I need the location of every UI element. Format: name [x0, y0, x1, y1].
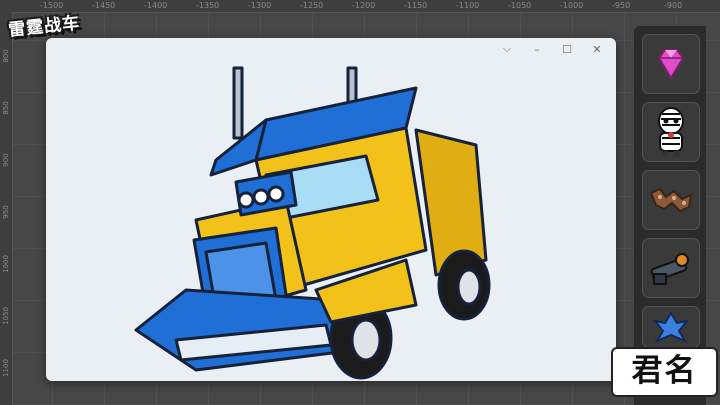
- ruler-tick: 800: [2, 49, 10, 63]
- ruler-tick: 950: [2, 205, 10, 219]
- ruler-tick: 900: [2, 153, 10, 167]
- inventory-slot[interactable]: [642, 238, 700, 298]
- cannon-icon: [650, 253, 689, 285]
- image-viewer-window: ⌵ – ☐ ✕: [46, 38, 616, 381]
- vertical-ruler: 800 850 900 950 1000 1050 1100: [0, 12, 13, 405]
- inventory-slot[interactable]: [642, 306, 700, 348]
- ruler-tick: -950: [612, 1, 631, 10]
- inventory-slot[interactable]: [642, 34, 700, 94]
- ruler-tick: -1350: [196, 1, 220, 10]
- truck-image: [134, 66, 491, 380]
- ruler-tick: 1100: [2, 359, 10, 377]
- horizontal-ruler: -1500 -1450 -1400 -1350 -1300 -1250 -120…: [0, 0, 720, 13]
- pink-gem-icon: [657, 49, 685, 80]
- ruler-tick: 1050: [2, 307, 10, 325]
- ruler-tick: -1450: [92, 1, 116, 10]
- chain-track-icon: [649, 187, 693, 213]
- maximize-button[interactable]: ☐: [554, 40, 580, 58]
- window-controls: ⌵ – ☐ ✕: [494, 40, 610, 60]
- blue-mech-part-icon: [652, 311, 690, 344]
- ruler-tick: -1300: [248, 1, 272, 10]
- truck-illustration: [116, 60, 516, 380]
- minimize-button[interactable]: –: [524, 40, 550, 58]
- ruler-tick: -1200: [352, 1, 376, 10]
- ruler-tick: 1000: [2, 255, 10, 273]
- inventory-slot[interactable]: [642, 170, 700, 230]
- ruler-tick: -1150: [404, 1, 428, 10]
- ruler-tick: -900: [664, 1, 683, 10]
- chevron-down-icon[interactable]: ⌵: [494, 40, 520, 58]
- close-button[interactable]: ✕: [584, 40, 610, 58]
- ruler-tick: -1050: [508, 1, 532, 10]
- ruler-tick: -1100: [456, 1, 480, 10]
- ruler-tick: -1000: [560, 1, 584, 10]
- zebra-character-icon: [658, 107, 684, 157]
- inventory-slot[interactable]: [642, 102, 700, 162]
- ruler-tick: 850: [2, 101, 10, 115]
- signature-badge: 君名: [611, 347, 718, 397]
- ruler-tick: -1400: [144, 1, 168, 10]
- ruler-tick: -1250: [300, 1, 324, 10]
